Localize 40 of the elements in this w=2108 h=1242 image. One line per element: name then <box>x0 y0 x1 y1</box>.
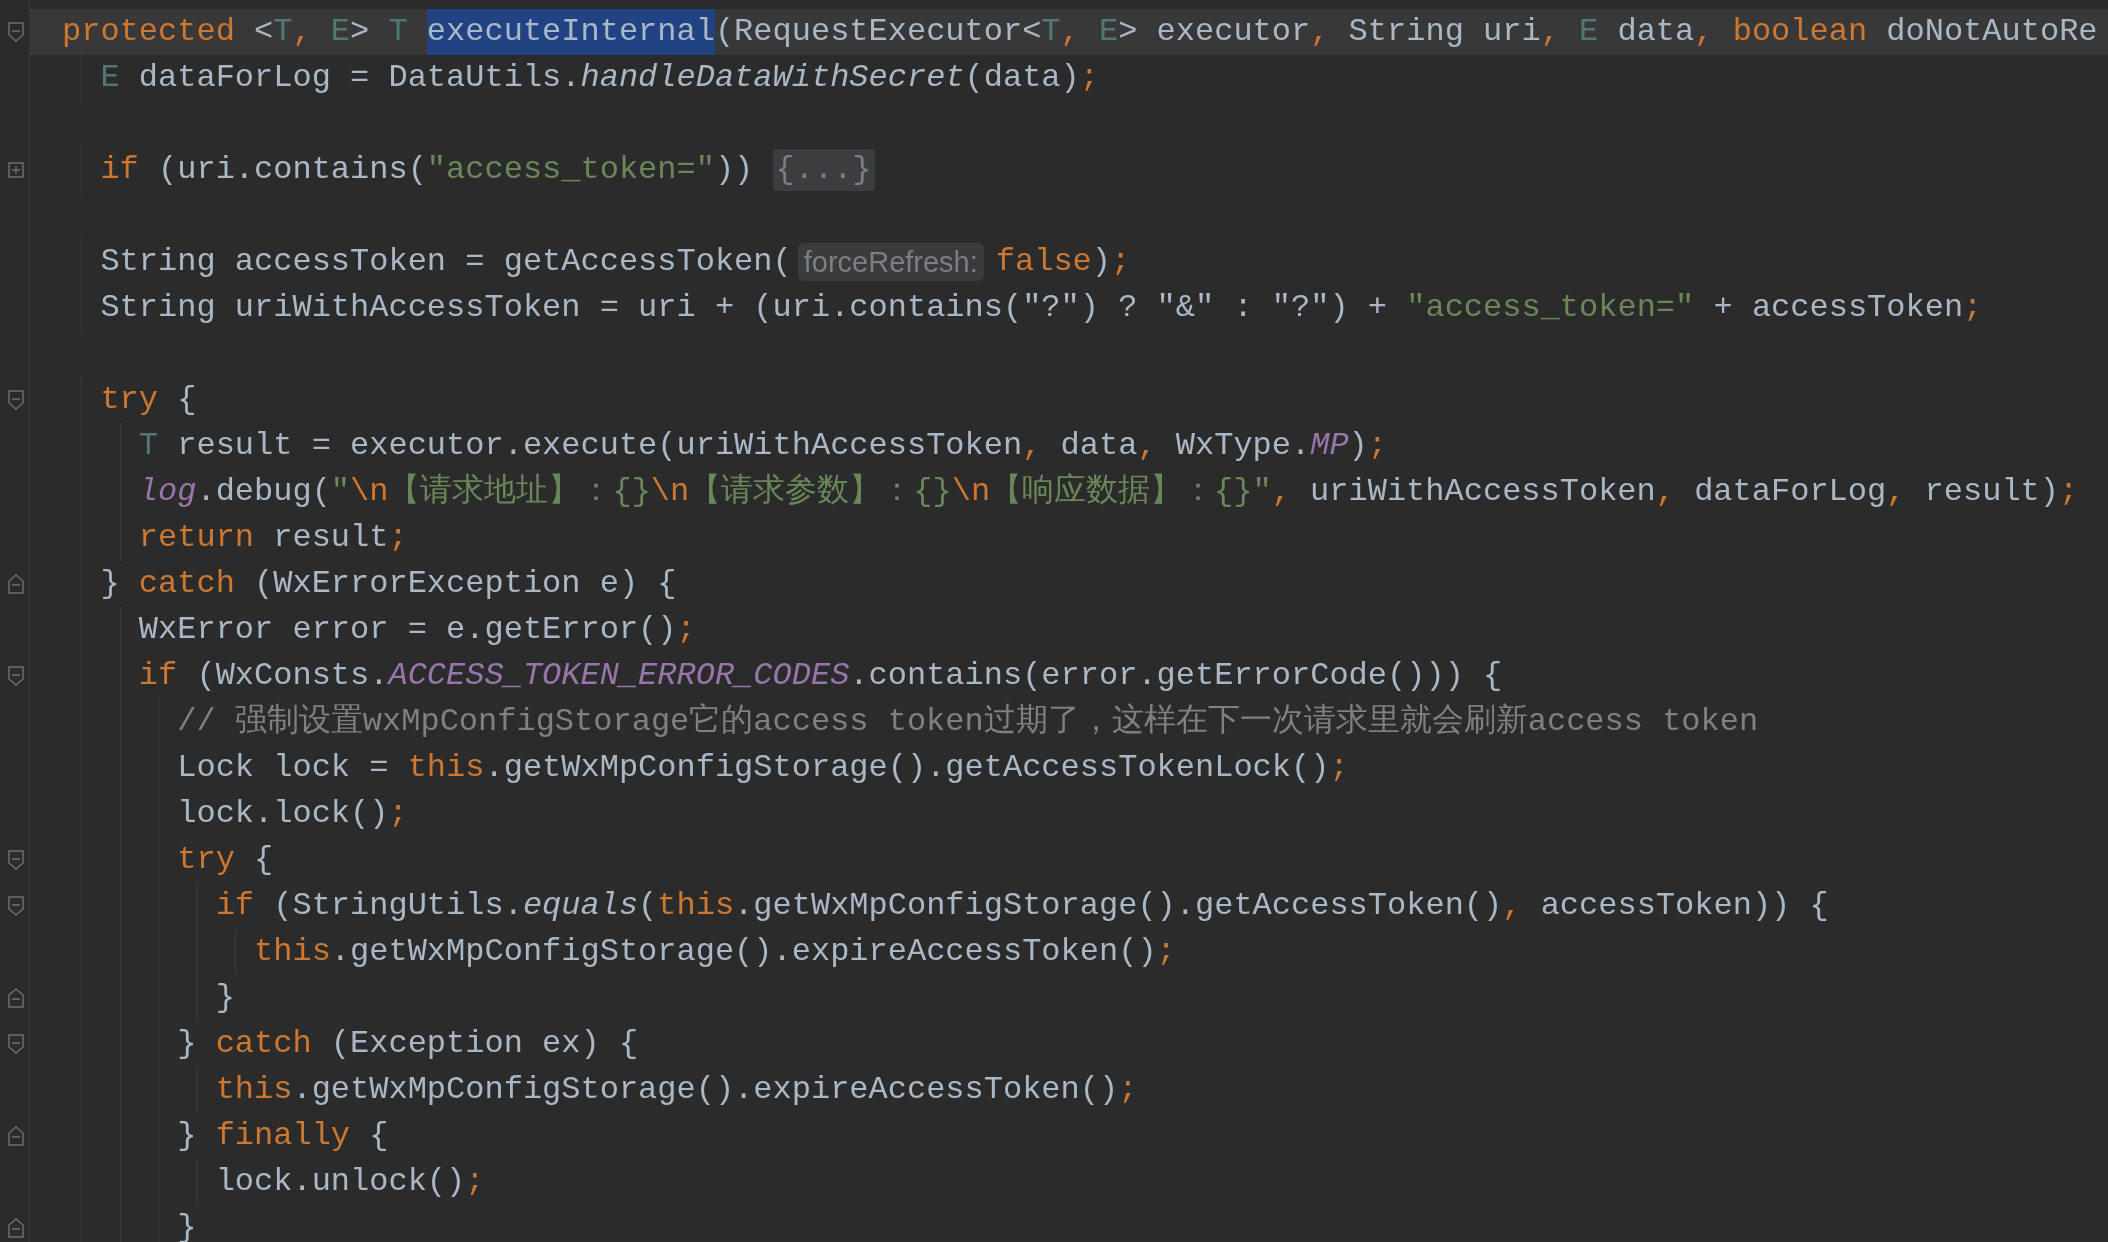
code-text: WxError error = e.getError(); <box>138 610 696 650</box>
collapse-fold-icon[interactable] <box>7 1125 25 1147</box>
code-text: return result; <box>138 518 408 558</box>
code-text: Lock lock = this.getWxMpConfigStorage().getAccessTokenLock(); <box>177 748 1349 788</box>
collapse-fold-icon[interactable] <box>7 21 25 43</box>
code-text: } finally { <box>177 1116 389 1156</box>
collapse-fold-icon[interactable] <box>7 849 25 871</box>
collapse-fold-icon[interactable] <box>7 389 25 411</box>
code-text: } <box>215 978 235 1018</box>
code-text: if (StringUtils.equals(this.getWxMpConfigStorage().getAccessToken(), accessToken)) { <box>215 886 1829 926</box>
code-text: } catch (Exception ex) { <box>177 1024 639 1064</box>
collapse-fold-icon[interactable] <box>7 987 25 1009</box>
code-text: String accessToken = getAccessToken( <box>100 242 792 282</box>
code-text: E dataForLog = DataUtils.handleDataWithSecret(data); <box>100 58 1099 98</box>
code-text: lock.unlock(); <box>215 1162 485 1202</box>
code-text: false); <box>995 242 1131 282</box>
collapse-fold-icon[interactable] <box>7 665 25 687</box>
code-text: log.debug("\n【请求地址】：{}\n【请求参数】：{}\n【响应数据】：{}", uriWithAccessToken, dataForLog, result); <box>138 472 2079 512</box>
code-text: if (uri.contains("access_token=")) <box>100 150 755 190</box>
folded-code-placeholder[interactable]: {...} <box>772 149 875 191</box>
code-text: String uriWithAccessToken = uri + (uri.contains("?") ? "&" : "?") + "access_token=" + accessToken; <box>100 288 1983 328</box>
collapse-fold-icon[interactable] <box>7 895 25 917</box>
collapse-fold-icon[interactable] <box>7 1217 25 1239</box>
code-text: this.getWxMpConfigStorage().expireAccessToken(); <box>254 932 1176 972</box>
code-text: lock.lock(); <box>177 794 408 834</box>
code-text: T result = executor.execute(uriWithAccessToken, data, WxType.MP); <box>138 426 1387 466</box>
code-text: // 强制设置wxMpConfigStorage它的access token过期了，这样在下一次请求里就会刷新access token <box>177 702 1759 742</box>
collapse-fold-icon[interactable] <box>7 1033 25 1055</box>
parameter-hint: forceRefresh: <box>797 243 984 281</box>
code-text: (RequestExecutor<T, E> executor, String uri, E data, boolean doNotAutoRe <box>714 12 2098 52</box>
code-text: protected <T, E> T <box>62 12 409 52</box>
collapse-fold-icon[interactable] <box>7 573 25 595</box>
code-text: } catch (WxErrorException e) { <box>100 564 677 604</box>
code-text: if (WxConsts.ACCESS_TOKEN_ERROR_CODES.contains(error.getErrorCode())) { <box>138 656 1503 696</box>
code-text: } <box>177 1208 197 1242</box>
code-text: try { <box>100 380 197 420</box>
selected-text: executeInternal <box>426 9 715 55</box>
expand-fold-icon[interactable] <box>7 159 25 181</box>
code-text: this.getWxMpConfigStorage().expireAccessToken(); <box>215 1070 1138 1110</box>
code-text: try { <box>177 840 274 880</box>
